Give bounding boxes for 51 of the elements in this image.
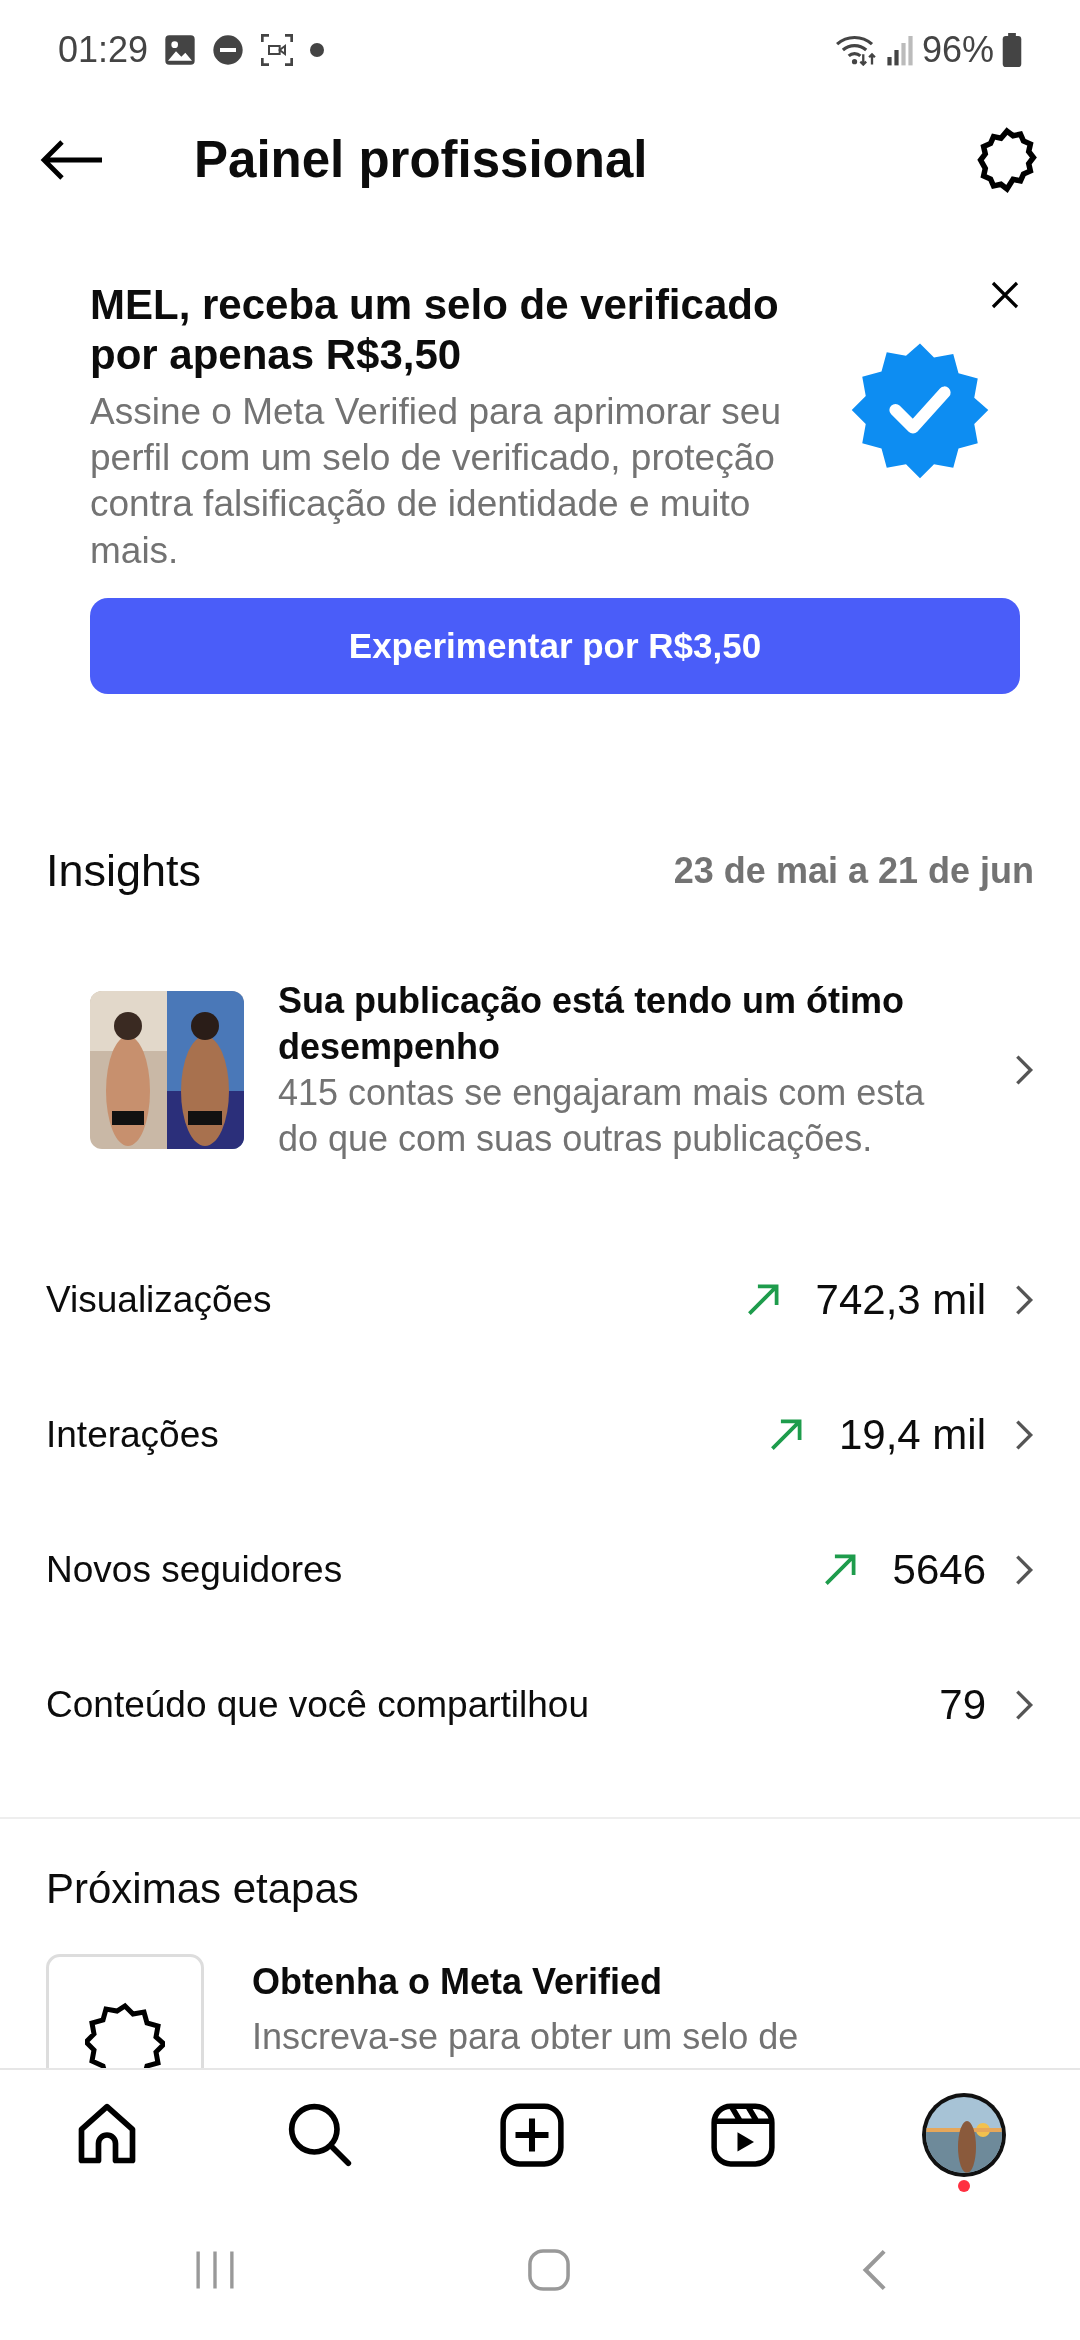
metric-row[interactable]: Novos seguidores 5646 — [0, 1502, 1080, 1638]
chevron-right-icon — [1014, 1552, 1034, 1587]
dot-icon — [310, 43, 325, 57]
metric-value: 79 — [939, 1680, 986, 1731]
image-icon — [164, 34, 197, 66]
chevron-right-icon — [1014, 1687, 1034, 1722]
metric-value: 742,3 mil — [815, 1275, 986, 1326]
promo-title: MEL, receba um selo de verificado por apenas R$3,50 — [90, 280, 780, 381]
plus-square-icon — [498, 2102, 565, 2168]
chevron-right-icon — [1014, 1282, 1034, 1317]
create-tab[interactable] — [498, 2102, 565, 2168]
next-step-title: Obtenha o Meta Verified — [252, 1960, 664, 2005]
promo-description: Assine o Meta Verified para aprimorar seu perfil com um selo de verificado, proteção contra falsificação de identidade e muito mais. — [90, 389, 782, 573]
metric-value: 19,4 mil — [838, 1410, 986, 1461]
wifi-icon — [833, 34, 878, 66]
post-insight-description: 415 contas se engajaram mais com esta do que com suas outras publicações. — [278, 1070, 926, 1161]
metric-label: Conteúdo que você compartilhou — [46, 1682, 590, 1727]
settings-icon — [974, 127, 1040, 193]
post-insight-row[interactable]: Sua publicação está tendo um ótimo desempenho 415 contas se engajaram mais com esta do que com suas outras publicações. — [0, 937, 1080, 1203]
page-title: Painel profissional — [194, 130, 648, 191]
screen-record-icon — [260, 34, 295, 66]
back-arrow-icon — [40, 140, 104, 180]
metric-row[interactable]: Conteúdo que você compartilhou 79 — [0, 1637, 1080, 1773]
do-not-disturb-icon — [212, 34, 245, 66]
close-button[interactable] — [990, 280, 1020, 310]
chevron-right-icon — [1014, 1052, 1034, 1087]
reels-icon — [710, 2102, 777, 2168]
metric-label: Novos seguidores — [46, 1547, 343, 1592]
date-range: 23 de mai a 21 de jun — [673, 848, 1034, 893]
metric-label: Interações — [46, 1412, 219, 1457]
next-step-card[interactable]: Obtenha o Meta Verified Inscreva-se para obter um selo de — [0, 1954, 1080, 2068]
close-icon — [990, 280, 1020, 310]
reels-tab[interactable] — [710, 2102, 777, 2168]
next-step-description: Inscreva-se para obter um selo de — [252, 2014, 799, 2059]
metric-row[interactable]: Visualizações 742,3 mil — [0, 1232, 1080, 1368]
badge-icon — [85, 2002, 165, 2068]
home-button[interactable] — [527, 2248, 571, 2292]
back-button[interactable] — [40, 140, 104, 180]
clock: 01:29 — [58, 28, 149, 72]
metric-label: Visualizações — [46, 1277, 272, 1322]
battery-level: 96% — [921, 28, 994, 72]
chevron-right-icon — [1014, 1417, 1034, 1452]
battery-icon — [1002, 33, 1022, 67]
post-insight-title: Sua publicação está tendo um ótimo desempenho — [278, 978, 906, 1069]
subscribe-button[interactable]: Experimentar por R$3,50 — [90, 597, 1020, 694]
metric-value: 5646 — [892, 1545, 986, 1596]
section-title: Insights — [46, 843, 202, 898]
signal-icon — [885, 34, 914, 66]
section-title: Próximas etapas — [45, 1864, 360, 1915]
settings-button[interactable] — [974, 127, 1040, 193]
metric-row[interactable]: Interações 19,4 mil — [0, 1367, 1080, 1503]
